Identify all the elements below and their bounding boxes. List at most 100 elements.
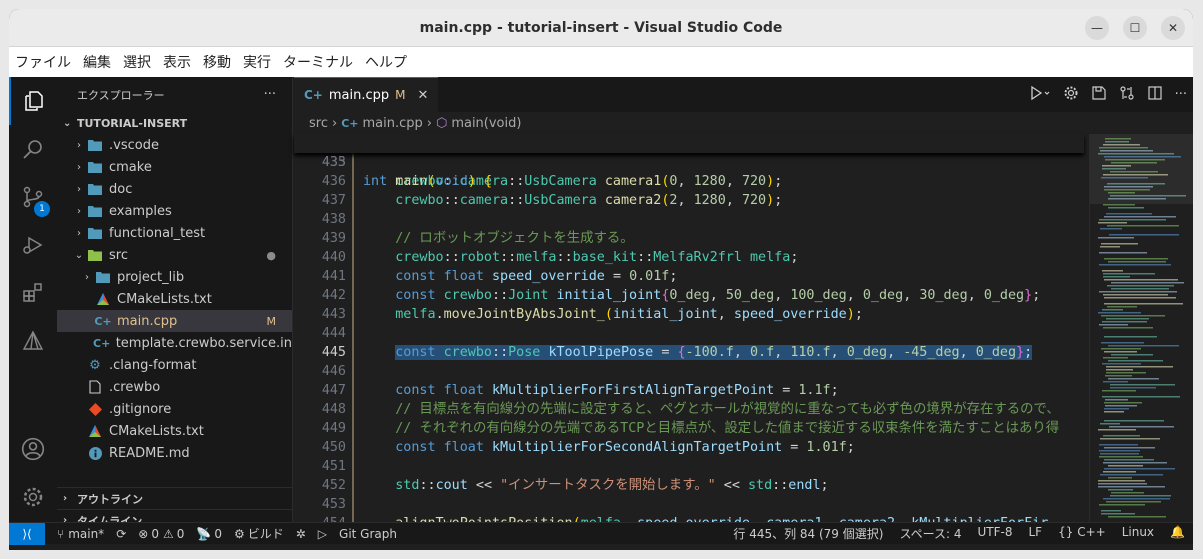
close-button[interactable]: ✕: [1161, 16, 1185, 40]
chevron-right-icon: ›: [77, 161, 81, 173]
debug-bug-icon[interactable]: ✲: [296, 527, 306, 541]
menu-edit[interactable]: 編集: [83, 52, 111, 72]
settings-gear-icon[interactable]: [9, 473, 57, 521]
code-line[interactable]: 440 crewbo::robot::melfa::base_kit::Melf…: [294, 248, 1084, 267]
language-mode[interactable]: {} C++: [1058, 525, 1106, 542]
run-debug-icon[interactable]: [9, 221, 57, 269]
code-line[interactable]: 451: [294, 457, 1084, 476]
menu-terminal[interactable]: ターミナル: [283, 52, 353, 72]
save-all-icon[interactable]: [1091, 85, 1107, 105]
run-play-icon[interactable]: ▷: [318, 527, 327, 541]
tree-item[interactable]: CMakeLists.txt: [57, 420, 292, 442]
tree-item[interactable]: › cmake: [57, 156, 292, 178]
code-line[interactable]: 441 const float speed_override = 0.01f;: [294, 267, 1084, 286]
compare-changes-icon[interactable]: [1119, 85, 1135, 105]
tree-item[interactable]: CMakeLists.txt: [57, 288, 292, 310]
tab-close-icon[interactable]: ✕: [418, 88, 429, 103]
platform[interactable]: Linux: [1122, 525, 1154, 542]
menu-help[interactable]: ヘルプ: [365, 52, 407, 72]
code-line[interactable]: 449 // それぞれの有向線分の先端であるTCPと目標点が、設定した値まで接近…: [294, 419, 1084, 438]
cursor-position[interactable]: 行 445、列 84 (79 個選択): [733, 525, 883, 542]
menu-go[interactable]: 移動: [203, 52, 231, 72]
ports-icon[interactable]: 📡: [196, 527, 211, 541]
run-debug-dropdown-icon[interactable]: [1029, 85, 1051, 105]
cmake-icon[interactable]: [9, 317, 57, 365]
error-count[interactable]: 0: [151, 527, 159, 541]
menu-file[interactable]: ファイル: [15, 52, 71, 72]
tree-item[interactable]: › doc: [57, 178, 292, 200]
code-line[interactable]: 454 alignTwoPointsPosition(melfa, speed_…: [294, 514, 1084, 522]
line-number: 443: [321, 307, 346, 322]
branch-icon: ⑂: [57, 526, 65, 541]
code-line[interactable]: 446: [294, 362, 1084, 381]
modified-indicator: M: [395, 88, 406, 102]
git-graph-button[interactable]: Git Graph: [339, 527, 397, 541]
breadcrumb-src[interactable]: src: [309, 116, 328, 131]
outline-section[interactable]: › アウトライン: [57, 487, 293, 509]
branch-name[interactable]: main*: [68, 527, 104, 541]
minimap[interactable]: [1089, 134, 1193, 522]
build-button[interactable]: ビルド: [248, 525, 284, 542]
info-icon: [87, 445, 103, 461]
code-line[interactable]: 447 const float kMultiplierForFirstAlign…: [294, 381, 1084, 400]
warnings-icon[interactable]: ⚠: [163, 527, 174, 541]
code-line[interactable]: 438: [294, 210, 1084, 229]
code-line[interactable]: 437 crewbo::camera::UsbCamera camera2(2,…: [294, 191, 1084, 210]
extensions-icon[interactable]: [9, 269, 57, 317]
menu-selection[interactable]: 選択: [123, 52, 151, 72]
ports-count[interactable]: 0: [214, 527, 222, 541]
breadcrumb-symbol[interactable]: main(void): [451, 116, 521, 131]
code-line[interactable]: 439 // ロボットオブジェクトを生成する。: [294, 229, 1084, 248]
tree-item[interactable]: › examples: [57, 200, 292, 222]
tree-item[interactable]: › project_lib: [57, 266, 292, 288]
language-label: C++: [1077, 525, 1106, 539]
search-icon[interactable]: [9, 125, 57, 173]
tree-item[interactable]: › functional_test: [57, 222, 292, 244]
indentation[interactable]: スペース: 4: [899, 525, 961, 542]
code-line[interactable]: 435: [294, 153, 1084, 172]
notifications-bell-icon[interactable]: 🔔: [1170, 525, 1185, 542]
tree-item[interactable]: ⌄ src ●: [57, 244, 292, 266]
explorer-icon[interactable]: [9, 77, 57, 125]
menu-run[interactable]: 実行: [243, 52, 271, 72]
more-actions-button[interactable]: ···: [264, 87, 276, 102]
maximize-button[interactable]: ☐: [1123, 16, 1147, 40]
menu-view[interactable]: 表示: [163, 52, 191, 72]
tree-item[interactable]: C+ main.cpp M: [57, 310, 292, 332]
tree-item[interactable]: › .vscode: [57, 134, 292, 156]
tree-item[interactable]: README.md: [57, 442, 292, 464]
tree-item[interactable]: .crewbo: [57, 376, 292, 398]
breadcrumb-file[interactable]: main.cpp: [362, 116, 422, 131]
warning-count[interactable]: 0: [177, 527, 185, 541]
errors-icon[interactable]: ⊗: [138, 527, 148, 541]
source-control-icon[interactable]: 1: [9, 173, 57, 221]
workspace-root[interactable]: ⌄ TUTORIAL-INSERT: [57, 112, 292, 134]
line-text: melfa.moveJointByAbsJoint_(initial_joint…: [395, 307, 863, 322]
code-line[interactable]: 448 // 目標点を有向線分の先端に設定すると、ペグとホールが視覚的に重なって…: [294, 400, 1084, 419]
tab-main-cpp[interactable]: C+ main.cpp M ✕: [294, 77, 439, 112]
code-line[interactable]: 445 const crewbo::Pose kToolPipePose = {…: [294, 343, 1084, 362]
code-line[interactable]: 442 const crewbo::Joint initial_joint{0_…: [294, 286, 1084, 305]
account-icon[interactable]: [9, 425, 57, 473]
sticky-scroll-line[interactable]: 433 int main(void) {: [294, 134, 1084, 189]
gear-icon[interactable]: [1063, 85, 1079, 105]
split-editor-icon[interactable]: [1147, 85, 1163, 105]
tree-item[interactable]: C+ template.crewbo.service.in: [57, 332, 292, 354]
minimize-button[interactable]: —: [1085, 16, 1109, 40]
chevron-down-icon: ⌄: [74, 249, 84, 261]
encoding[interactable]: UTF-8: [978, 525, 1013, 542]
tree-item[interactable]: .gitignore: [57, 398, 292, 420]
code-editor[interactable]: 435 436 crewbo::camera::UsbCamera camera1…: [294, 134, 1084, 522]
build-gear-icon: ⚙: [233, 526, 245, 541]
tree-item-label: .crewbo: [109, 379, 161, 395]
remote-indicator-icon[interactable]: ⟩⟨: [9, 522, 45, 545]
code-line[interactable]: 453: [294, 495, 1084, 514]
code-line[interactable]: 443 melfa.moveJointByAbsJoint_(initial_j…: [294, 305, 1084, 324]
tree-item[interactable]: ⚙ .clang-format: [57, 354, 292, 376]
end-of-line[interactable]: LF: [1029, 525, 1043, 542]
code-line[interactable]: 450 const float kMultiplierForSecondAlig…: [294, 438, 1084, 457]
code-line[interactable]: 444: [294, 324, 1084, 343]
sync-icon[interactable]: ⟳: [116, 527, 126, 541]
code-line[interactable]: 452 std::cout << "インサートタスクを開始します。" << st…: [294, 476, 1084, 495]
more-editor-actions-icon[interactable]: ···: [1175, 87, 1187, 102]
